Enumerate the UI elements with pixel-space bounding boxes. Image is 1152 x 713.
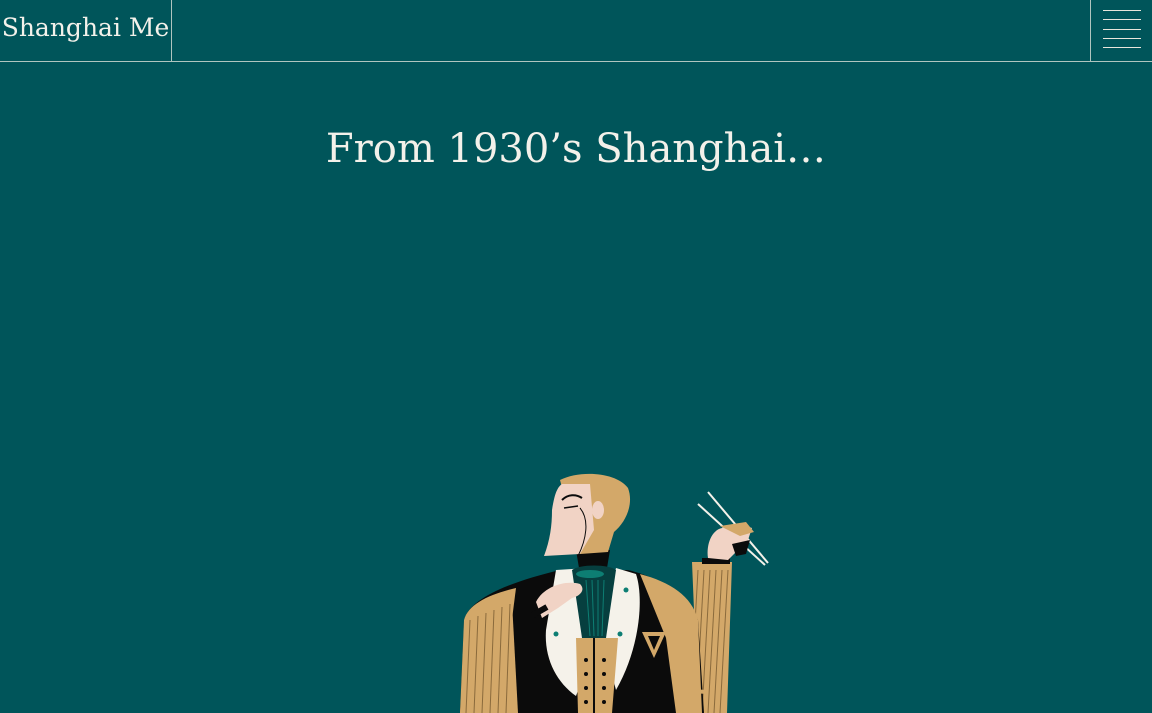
hero-illustration xyxy=(440,470,780,713)
menu-button[interactable] xyxy=(1090,0,1152,61)
top-navigation-bar: Shanghai Me xyxy=(0,0,1152,62)
brand-name: Shanghai Me xyxy=(1,13,170,42)
art-deco-gentleman-illustration xyxy=(460,473,769,713)
hero-headline: From 1930’s Shanghai… xyxy=(325,126,827,172)
brand-logo-link[interactable]: Shanghai Me xyxy=(0,0,172,61)
